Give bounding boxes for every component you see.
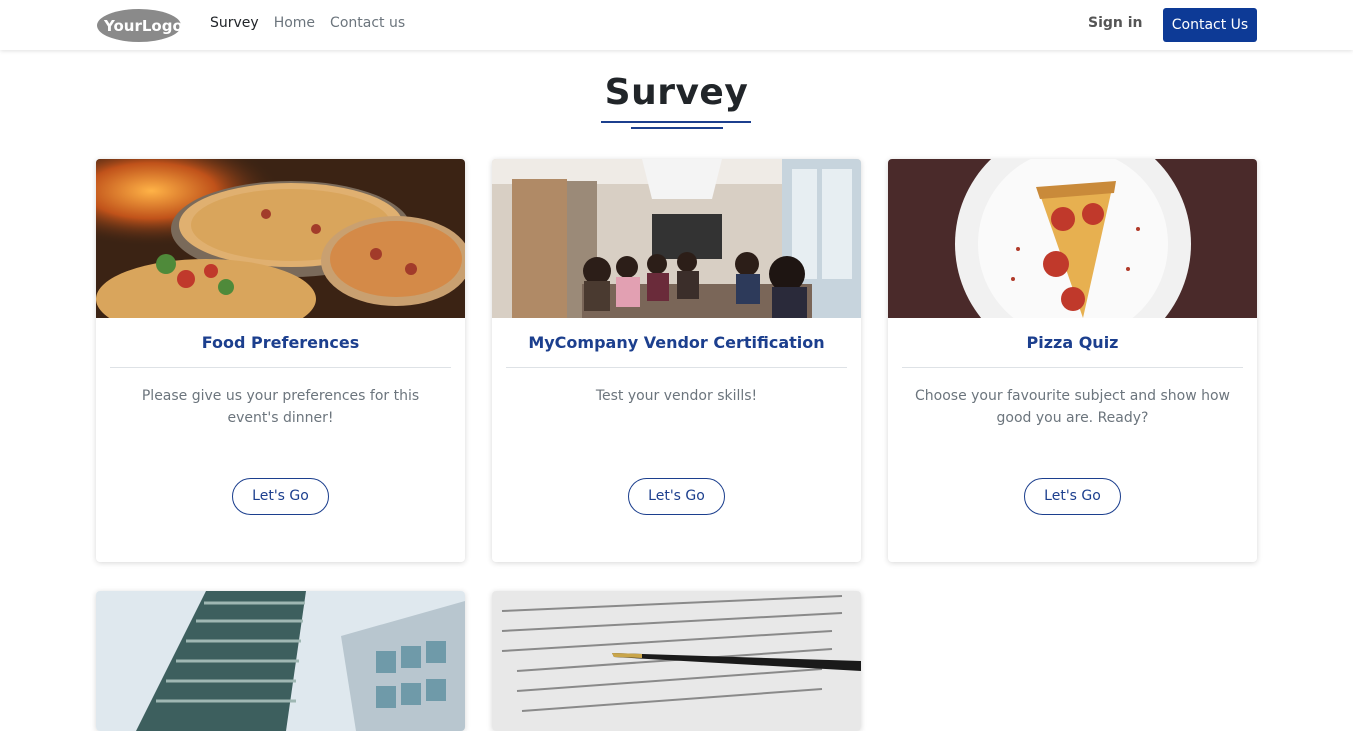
card-image-contract-pen	[492, 591, 861, 731]
nav-item-contact-us[interactable]: Contact us	[330, 15, 405, 31]
lets-go-button[interactable]: Let's Go	[628, 478, 725, 515]
card-image-building	[96, 591, 465, 731]
title-underline	[601, 121, 751, 123]
lets-go-button[interactable]: Let's Go	[1024, 478, 1121, 515]
title-underline-short	[631, 127, 723, 129]
card-image-pizza-slice	[888, 159, 1257, 318]
card-description: Test your vendor skills!	[595, 388, 758, 404]
card-image-meeting	[492, 159, 861, 318]
sign-in-link[interactable]: Sign in	[1088, 15, 1143, 31]
svg-text:YourLogo: YourLogo	[103, 17, 182, 35]
main-nav: Survey Home Contact us	[210, 15, 405, 31]
contact-us-button[interactable]: Contact Us	[1163, 8, 1257, 42]
card-divider	[902, 367, 1243, 368]
survey-card-building	[96, 591, 465, 731]
survey-card-food-preferences: Food Preferences Please give us your pre…	[96, 159, 465, 562]
top-navbar: YourLogo Survey Home Contact us Sign in …	[0, 0, 1353, 50]
logo[interactable]: YourLogo	[96, 8, 182, 43]
card-divider	[110, 367, 451, 368]
card-title: Pizza Quiz	[1026, 333, 1119, 352]
nav-item-home[interactable]: Home	[274, 15, 315, 31]
survey-card-contract	[492, 591, 861, 731]
lets-go-button[interactable]: Let's Go	[232, 478, 329, 515]
survey-card-pizza-quiz: Pizza Quiz Choose your favourite subject…	[888, 159, 1257, 562]
card-image-pizzas	[96, 159, 465, 318]
card-divider	[506, 367, 847, 368]
nav-item-survey[interactable]: Survey	[210, 15, 259, 31]
card-description: Please give us your preferences for this…	[141, 388, 420, 426]
card-title: MyCompany Vendor Certification	[528, 333, 825, 352]
survey-card-vendor-certification: MyCompany Vendor Certification Test your…	[492, 159, 861, 562]
page-title: Survey	[604, 72, 749, 113]
card-title: Food Preferences	[201, 333, 360, 352]
card-description: Choose your favourite subject and show h…	[915, 388, 1230, 426]
